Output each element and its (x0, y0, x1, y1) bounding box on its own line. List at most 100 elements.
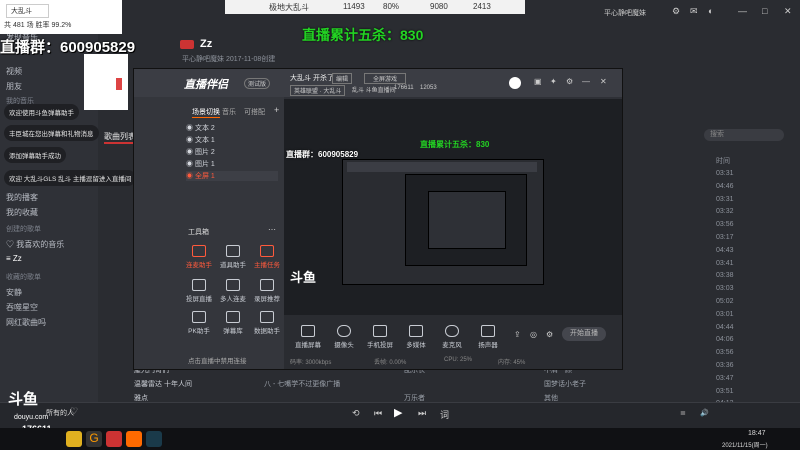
app-control-bar: 直播屏幕 摄像头 手机投屏 多媒体 麦克风 扬声器 ⇪ ◎ ⚙ 开始直播 码率:… (284, 315, 622, 369)
song-duration: 03:31 (716, 170, 734, 177)
toolbox-title: 工具箱 (188, 229, 209, 236)
phone-cast-button[interactable]: 手机投屏 (362, 325, 398, 349)
share-icon[interactable]: ⇪ (514, 330, 521, 339)
start-live-button[interactable]: 开始直播 (562, 327, 606, 341)
eye-icon: ◉ (186, 173, 195, 180)
avatar[interactable] (509, 77, 521, 89)
app-brand: 直播伴侣 (184, 79, 228, 91)
sidebar-playlist-2[interactable]: 吞噬星空 (6, 302, 38, 313)
category-select[interactable]: 英雄联盟 · 大乱斗 (290, 85, 346, 96)
edit-button[interactable]: 编辑 (332, 73, 353, 84)
app-titlebar: 直播伴侣 测试版 大乱斗 开杀了 编辑 全屏游戏 英雄联盟 · 大乱斗 乱斗 斗… (134, 69, 622, 97)
chat-message: 添加弹幕助手成功 (4, 147, 66, 163)
tool-pk[interactable]: PK助手 (182, 311, 216, 335)
scene-item[interactable]: ◉ 图片 2 (186, 147, 215, 157)
win-rate-stat: 共 481 场 胜率 99.2% (4, 22, 72, 29)
gift-icon[interactable]: ✦ (550, 77, 557, 86)
streaming-app-window: 直播伴侣 测试版 大乱斗 开杀了 编辑 全屏游戏 英雄联盟 · 大乱斗 乱斗 斗… (133, 68, 623, 370)
tool-multi-mic[interactable]: 多人连麦 (216, 279, 250, 303)
tool-cast[interactable]: 投屏直播 (182, 279, 216, 303)
tool-danmaku[interactable]: 弹幕库 (216, 311, 250, 335)
sidebar-liked[interactable]: ♡ 我喜欢的音乐 (6, 239, 64, 250)
song-duration: 03:56 (716, 221, 734, 229)
tool-tasks[interactable]: 主播任务 (250, 245, 284, 269)
tool-data[interactable]: 数据助手 (250, 311, 284, 335)
tab-music[interactable]: 音乐 (222, 107, 236, 117)
table-row[interactable]: 温馨雷达 十年人间 八 - 七嘴学不过更像广播 国梦话小老子 (104, 376, 734, 390)
song-duration: 04:46 (716, 182, 734, 190)
rank-value: 12053 (420, 85, 437, 91)
screen-source-button[interactable]: 直播屏幕 (290, 325, 326, 349)
next-icon[interactable]: ⏭ (418, 408, 426, 419)
sidebar-collect[interactable]: 我的收藏 (6, 207, 38, 218)
playlist-icon[interactable]: ≣ (680, 409, 686, 417)
mail-icon[interactable]: ✉ (690, 6, 698, 17)
tool-record[interactable]: 录屏推荐 (250, 279, 284, 303)
settings-icon[interactable]: ⚙ (672, 6, 680, 17)
close-icon[interactable]: ✕ (784, 6, 792, 17)
lyric-icon[interactable]: 词 (440, 408, 449, 421)
app-minimize-icon[interactable]: — (582, 77, 590, 86)
like-heart-icon[interactable]: ♡ (70, 406, 78, 417)
sidebar-friends[interactable]: 朋友 (6, 81, 22, 92)
taskbar-stream-icon[interactable] (126, 431, 142, 447)
taskbar-app-icon[interactable] (66, 431, 82, 447)
media-icon (409, 325, 423, 337)
user-name[interactable]: 平心静吧魔妹 (604, 8, 646, 18)
mode-select[interactable]: 全屏游戏 (364, 73, 407, 84)
taskbar: G 18:47 2021/11/15(周一) (0, 428, 800, 450)
stats-table: 极地大乱斗 11493 80% 9080 2413 (225, 0, 525, 14)
taskbar-browser-icon[interactable]: G (86, 431, 102, 447)
scene-item-selected[interactable]: ◉ 全屏 1 (186, 171, 278, 181)
tab-scenes[interactable]: 场景切换 (192, 107, 220, 118)
microphone-button[interactable]: 麦克风 (434, 325, 470, 349)
memory-stat: 内存: 45% (498, 360, 526, 366)
douyu-logo: 斗鱼 (8, 391, 39, 408)
preview-eye-icon[interactable]: ◎ (530, 330, 537, 339)
preview-kills-overlay: 直播累计五杀：830 (420, 140, 490, 149)
sidebar-playlist-1[interactable]: 安静 (6, 287, 22, 298)
app-close-icon[interactable]: ✕ (600, 77, 607, 86)
pk-icon (192, 311, 206, 323)
scene-item[interactable]: ◉ 文本 2 (186, 123, 215, 133)
add-scene-icon[interactable]: + (274, 105, 279, 115)
stream-stat-card: 大乱斗 共 481 场 胜率 99.2% (0, 0, 122, 34)
song-duration: 03:31 (716, 195, 734, 203)
toolbox-more-icon[interactable]: ⋯ (268, 225, 276, 234)
tasks-icon (260, 245, 274, 257)
sidebar-created-header: 创建的歌单 (6, 226, 41, 233)
camera-source-button[interactable]: 摄像头 (326, 325, 362, 349)
song-duration: 05:02 (716, 298, 734, 305)
scene-item[interactable]: ◉ 文本 1 (186, 135, 215, 145)
app-settings-icon[interactable]: ⚙ (566, 77, 573, 86)
volume-icon[interactable]: 🔊 (700, 409, 709, 417)
sidebar-radio[interactable]: 我的播客 (6, 192, 38, 203)
song-list-tab[interactable]: 歌曲列表 (104, 131, 136, 144)
sidebar-video[interactable]: 视频 (6, 66, 22, 77)
taskbar-game-icon[interactable] (146, 431, 162, 447)
scene-panel: 场景切换 音乐 可搭配 + ◉ 文本 2 ◉ 文本 1 ◉ 图片 2 ◉ 图片 … (134, 97, 284, 369)
footer-note: 点击直播中禁用连接 (188, 358, 247, 365)
search-input[interactable]: 搜索 (704, 129, 784, 141)
gear-icon[interactable]: ⚙ (546, 330, 553, 339)
speaker-button[interactable]: 扬声器 (470, 325, 506, 349)
tool-mic-link[interactable]: 连麦助手 (182, 245, 216, 269)
version-badge: 测试版 (244, 78, 271, 89)
sidebar-playlist-3[interactable]: 网红歌曲吗 (6, 317, 46, 328)
play-icon[interactable]: ▶ (394, 406, 402, 419)
tool-props[interactable]: 道具助手 (216, 245, 250, 269)
scene-item[interactable]: ◉ 图片 1 (186, 159, 215, 169)
loop-icon[interactable]: ⟲ (352, 408, 360, 419)
minimize-icon[interactable]: — (738, 6, 747, 16)
maximize-icon[interactable]: □ (762, 6, 767, 16)
props-icon (226, 245, 240, 257)
media-source-button[interactable]: 多媒体 (398, 325, 434, 349)
nested-preview-inner (405, 174, 527, 266)
tab-extras[interactable]: 可搭配 (244, 107, 265, 117)
message-icon[interactable]: ▣ (534, 77, 542, 86)
sidebar-zz[interactable]: ≡ Zz (6, 254, 22, 263)
chat-message: 丰臣城在您出弹幕和礼物消息 (4, 125, 99, 141)
previous-icon[interactable]: ⏮ (374, 408, 382, 419)
taskbar-music-icon[interactable] (106, 431, 122, 447)
skin-icon[interactable]: ◐ (708, 6, 713, 16)
